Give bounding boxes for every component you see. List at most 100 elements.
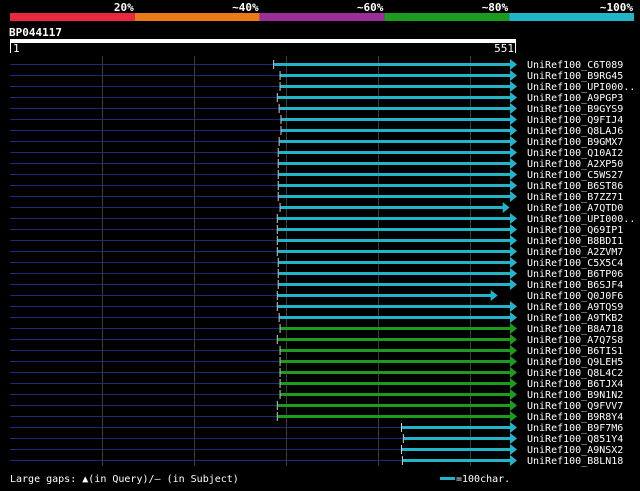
hit-row: UniRef100_B9N1N2 <box>10 389 623 401</box>
hit-row: UniRef100_B9GYS9 <box>10 103 623 115</box>
hit-row: UniRef100_Q69IP1 <box>10 224 623 236</box>
hit-bar <box>280 327 511 330</box>
scale-swatch <box>440 477 455 480</box>
footer-in-query: (in Query)/ <box>88 474 154 485</box>
hit-arrow <box>510 400 517 411</box>
hit-label: UniRef100_Q9FVV7 <box>527 401 623 412</box>
hit-label: UniRef100_Q8LAJ6 <box>527 126 623 137</box>
hit-bar <box>279 107 511 110</box>
hit-bar <box>280 382 511 385</box>
hit-bar <box>278 162 511 165</box>
hit-arrow <box>510 114 517 125</box>
hit-row: UniRef100_B6ST86 <box>10 180 623 192</box>
hit-row: UniRef100_A7QTD0 <box>10 202 623 214</box>
hit-arrow <box>510 279 517 290</box>
hit-bar <box>277 239 511 242</box>
hit-arrow <box>510 103 517 114</box>
hit-label: UniRef100_B9GYS9 <box>527 104 623 115</box>
hit-bar <box>402 426 511 429</box>
hit-label: UniRef100_Q851Y4 <box>527 434 623 445</box>
hit-arrow <box>510 378 517 389</box>
hit-row: UniRef100_A2ZVM7 <box>10 246 623 258</box>
hit-label: UniRef100_UPI000.. <box>527 214 635 225</box>
hit-arrow <box>510 59 517 70</box>
hit-bar <box>281 129 511 132</box>
hit-bar <box>280 393 511 396</box>
hit-label: UniRef100_Q9FIJ4 <box>527 115 623 126</box>
hit-label: UniRef100_A7QTD0 <box>527 203 623 214</box>
hit-row: UniRef100_B9GMX7 <box>10 136 623 148</box>
hit-row: UniRef100_C5X5C4 <box>10 257 623 269</box>
hit-label: UniRef100_C5WS27 <box>527 170 623 181</box>
hit-bar <box>278 283 511 286</box>
hit-row: UniRef100_Q8L4C2 <box>10 367 623 379</box>
hit-label: UniRef100_Q8L4C2 <box>527 368 623 379</box>
hit-arrow <box>510 136 517 147</box>
hit-bar <box>278 151 511 154</box>
hit-row: UniRef100_Q8LAJ6 <box>10 125 623 137</box>
hit-arrow <box>510 312 517 323</box>
query-ruler: 1 551 <box>10 39 516 55</box>
hit-arrow <box>510 257 517 268</box>
hit-label: UniRef100_A7Q7S8 <box>527 335 623 346</box>
hit-row: UniRef100_A9TQS9 <box>10 301 623 313</box>
legend-swatch <box>384 13 510 21</box>
hit-label: UniRef100_B9GMX7 <box>527 137 623 148</box>
legend-label: ~40% <box>232 1 259 14</box>
legend-label: ~80% <box>482 1 509 14</box>
hit-label: UniRef100_C5X5C4 <box>527 258 623 269</box>
hit-label: UniRef100_A2XP50 <box>527 159 623 170</box>
hit-arrow <box>510 411 517 422</box>
hit-bar <box>277 338 511 341</box>
hit-bar <box>280 206 504 209</box>
hit-row: UniRef100_UPI000.. <box>10 81 635 93</box>
hit-bar <box>278 272 511 275</box>
hit-row: UniRef100_Q9FIJ4 <box>10 114 623 126</box>
hit-label: UniRef100_Q0J0F6 <box>527 291 623 302</box>
hit-arrow <box>510 125 517 136</box>
hit-row: UniRef100_A9PGP3 <box>10 92 623 104</box>
hit-label: UniRef100_B9N1N2 <box>527 390 623 401</box>
footer-in-subject: (in Subject) <box>161 474 239 485</box>
hit-row: UniRef100_B6SJF4 <box>10 279 623 291</box>
hit-label: UniRef100_B6ST86 <box>527 181 623 192</box>
hit-arrow <box>510 301 517 312</box>
hit-bar <box>279 140 511 143</box>
ruler-start-label: 1 <box>13 42 20 55</box>
hit-label: UniRef100_A2ZVM7 <box>527 247 623 258</box>
hit-bar <box>278 184 511 187</box>
hit-arrow <box>510 246 517 257</box>
hit-bar <box>281 118 511 121</box>
legend-swatch <box>259 13 385 21</box>
legend-label: 20% <box>114 1 134 14</box>
hit-bar <box>274 63 511 66</box>
ruler-end-label: 551 <box>494 42 514 55</box>
hit-row: UniRef100_Q0J0F6 <box>10 290 623 302</box>
hit-arrow <box>510 70 517 81</box>
hit-row: UniRef100_B9F7M6 <box>10 422 623 434</box>
hit-row: UniRef100_Q9LEH5 <box>10 356 623 368</box>
hit-arrow <box>510 356 517 367</box>
hit-row: UniRef100_B7ZZ71 <box>10 191 623 203</box>
footer-legend: Large gaps: ▲(in Query)/– (in Subject) =1… <box>10 474 510 485</box>
legend-swatch <box>509 13 634 21</box>
hit-label: UniRef100_UPI000.. <box>527 82 635 93</box>
hit-arrow <box>510 433 517 444</box>
identity-legend: 20% ~40% ~60% ~80% ~100% <box>10 1 634 21</box>
hit-arrow <box>510 367 517 378</box>
hit-bar <box>277 217 511 220</box>
hit-bar <box>277 404 511 407</box>
hit-label: UniRef100_B6SJF4 <box>527 280 623 291</box>
hit-label: UniRef100_B6TP06 <box>527 269 623 280</box>
hit-label: UniRef100_Q69IP1 <box>527 225 623 236</box>
hit-arrow <box>510 323 517 334</box>
hit-row: UniRef100_B8LN18 <box>10 455 623 467</box>
hit-arrow <box>510 444 517 455</box>
hit-label: UniRef100_A9TQS9 <box>527 302 623 313</box>
hit-label: UniRef100_B9RG45 <box>527 71 623 82</box>
hit-bar <box>280 349 511 352</box>
hit-label: UniRef100_A9NSX2 <box>527 445 623 456</box>
footer-gaps-text: Large gaps: ▲(in Query)/– (in Subject) <box>10 474 239 485</box>
hit-bar <box>280 85 511 88</box>
hit-arrow <box>510 213 517 224</box>
